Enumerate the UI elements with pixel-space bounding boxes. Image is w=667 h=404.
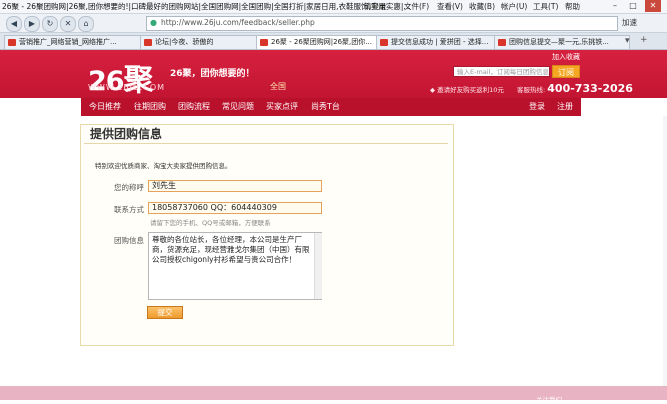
- site-footer: [0, 386, 667, 400]
- form-note: 特别欢迎优质商家、淘宝大卖家提供团购信息。: [95, 162, 232, 170]
- window-title: 26聚 - 26聚团购网|26聚,团你想要的!|口碑最好的团购网站|全国团购网|…: [2, 2, 411, 11]
- panel-divider: [84, 143, 448, 144]
- login-link[interactable]: 登录: [529, 101, 545, 112]
- minimize-icon[interactable]: –: [607, 0, 623, 12]
- new-tab-icon[interactable]: +: [640, 35, 648, 45]
- textarea-scrollbar[interactable]: [314, 233, 322, 299]
- nav-past[interactable]: 往期团购: [134, 101, 166, 112]
- login-menu[interactable]: 请登录: [364, 1, 387, 12]
- page-icon: ●: [150, 18, 157, 27]
- nav-faq[interactable]: 常见问题: [222, 101, 254, 112]
- tab-4[interactable]: 提交信息成功 | 爱拼团 - 选择...: [376, 35, 508, 49]
- info-label: 团购信息: [114, 236, 144, 245]
- site-url: WWW.26JU.COM: [88, 83, 166, 92]
- tab-favicon-icon: [380, 39, 388, 46]
- submit-button[interactable]: 提交: [147, 306, 183, 319]
- add-favorite-link[interactable]: 加入收藏: [552, 52, 580, 62]
- subscribe-email-input[interactable]: 输入E-mail，订阅每日团购信息: [453, 66, 550, 77]
- favorites-menu[interactable]: 收藏(B): [469, 1, 495, 12]
- register-link[interactable]: 注册: [557, 101, 573, 112]
- subscribe-button[interactable]: 订阅: [552, 65, 580, 78]
- view-menu[interactable]: 查看(V): [437, 1, 463, 12]
- contact-input[interactable]: 18058737060 QQ：604440309: [148, 202, 322, 214]
- tab-3[interactable]: 26聚 - 26聚团购网|26聚,团你...×: [256, 35, 390, 49]
- hotline: 客服热线: 400-733-2026: [517, 82, 633, 95]
- tab-favicon-icon: [260, 39, 268, 46]
- tab-2[interactable]: 论坛|今夜、骄傲的: [140, 35, 270, 49]
- file-menu[interactable]: 文件(F): [404, 1, 429, 12]
- back-icon[interactable]: ◀: [6, 16, 22, 32]
- nav-reviews[interactable]: 买家点评: [266, 101, 298, 112]
- tools-menu[interactable]: 工具(T): [533, 1, 558, 12]
- tab-1[interactable]: 营销推广_网络营销_网络推广...: [4, 35, 154, 49]
- name-label: 您的称呼: [114, 183, 144, 192]
- browser-nav-bar: ◀ ▶ ↻ ✕ ⌂ ● http://www.26ju.com/feedback…: [0, 14, 667, 33]
- contact-label: 联系方式: [114, 205, 144, 214]
- account-menu[interactable]: 帐户(U): [501, 1, 527, 12]
- address-bar[interactable]: ● http://www.26ju.com/feedback/seller.ph…: [146, 16, 618, 31]
- city-selector[interactable]: 全国: [270, 81, 286, 92]
- info-textarea[interactable]: 尊敬的各位站长，各位经理，本公司是生产厂商，货源充足，现经营雅戈尔集团（中国）有…: [148, 232, 322, 300]
- name-input[interactable]: 刘先生: [148, 180, 322, 192]
- close-window-icon[interactable]: ✕: [645, 0, 661, 12]
- browser-title-bar: 26聚 - 26聚团购网|26聚,团你想要的!|口碑最好的团购网站|全国团购网|…: [0, 0, 667, 14]
- help-menu[interactable]: 帮助: [565, 1, 580, 12]
- tab-bar: 营销推广_网络营销_网络推广... 论坛|今夜、骄傲的 26聚 - 26聚团购网…: [0, 33, 667, 50]
- maximize-icon[interactable]: □: [625, 0, 641, 12]
- site-logo[interactable]: 26聚: [88, 55, 154, 99]
- panel-title: 提供团购信息: [90, 127, 163, 141]
- page-edge: [663, 116, 667, 386]
- tab-favicon-icon: [144, 39, 152, 46]
- site-slogan: 26聚，团你想要的！: [170, 69, 255, 79]
- refresh-icon[interactable]: ↻: [42, 16, 58, 32]
- stop-icon[interactable]: ✕: [60, 16, 76, 32]
- tab-list-icon[interactable]: ▾: [625, 36, 630, 46]
- tab-favicon-icon: [8, 39, 16, 46]
- nav-process[interactable]: 团购流程: [178, 101, 210, 112]
- forward-icon[interactable]: ▶: [24, 16, 40, 32]
- tab-5[interactable]: 团购信息提交—聚一元,乐挑铁...: [494, 35, 630, 49]
- nav-show[interactable]: 尚秀T台: [311, 101, 340, 112]
- contact-hint: 请留下您的手机、QQ号或邮箱，方便联系: [150, 219, 271, 227]
- accelerate-button[interactable]: 加速: [622, 17, 637, 28]
- invite-link[interactable]: ◆ 邀请好友购买返利10元: [430, 84, 504, 94]
- nav-today[interactable]: 今日推荐: [89, 101, 121, 112]
- footer-follow: 关注我们: [536, 396, 562, 404]
- address-text: http://www.26ju.com/feedback/seller.php: [161, 18, 315, 27]
- tab-favicon-icon: [498, 39, 506, 46]
- home-icon[interactable]: ⌂: [78, 16, 94, 32]
